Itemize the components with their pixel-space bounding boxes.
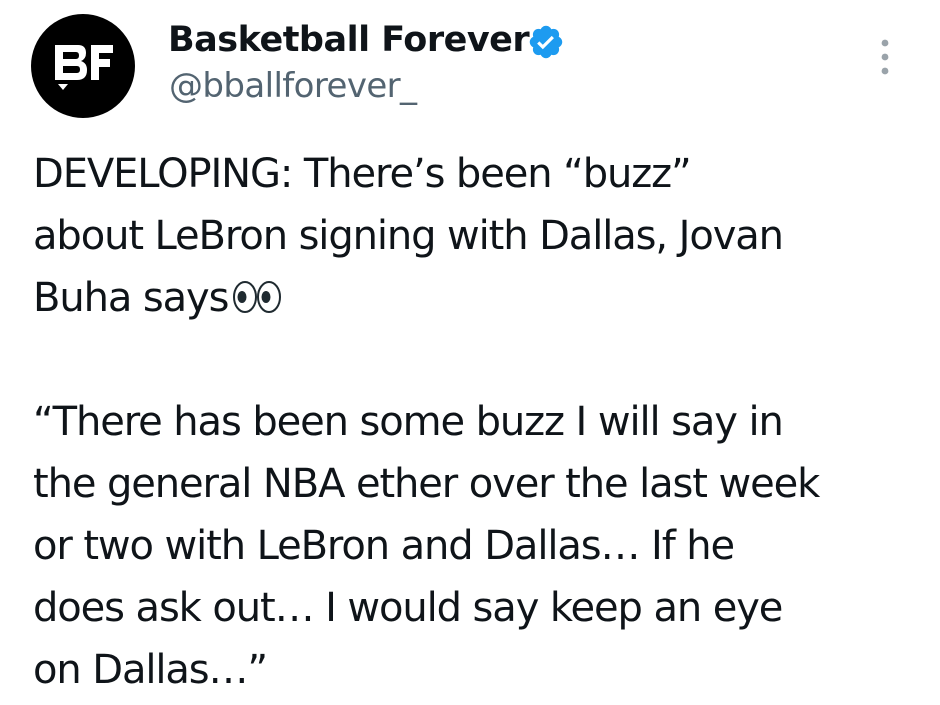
avatar[interactable]: BF [31,14,135,118]
author-handle[interactable]: @bballforever_ [169,66,417,106]
author-display-name[interactable]: Basketball Forever [168,18,530,62]
avatar-logo-f [91,45,113,80]
tweet-line: the general NBA ether over the last week [33,461,820,507]
tweet-line: does ask out… I would say keep an eye [33,585,783,631]
verified-badge-icon [529,25,563,59]
tweet-line: or two with LeBron and Dallas… If he [33,523,735,569]
tweet-line: on Dallas…” [33,647,268,693]
eyes-emoji-icon [233,281,282,313]
more-dots-icon[interactable] [870,36,900,80]
tweet-line: DEVELOPING: There’s been “buzz” [33,151,692,197]
tweet-line: “There has been some buzz I will say in [33,399,784,445]
tweet-line-text: Buha says [33,275,229,321]
tweet-line: about LeBron signing with Dallas, Jovan [33,213,784,259]
tweet-text: DEVELOPING: There’s been “buzz” about Le… [33,143,923,701]
avatar-logo-b [55,45,87,80]
tweet-line: Buha says [33,267,923,329]
